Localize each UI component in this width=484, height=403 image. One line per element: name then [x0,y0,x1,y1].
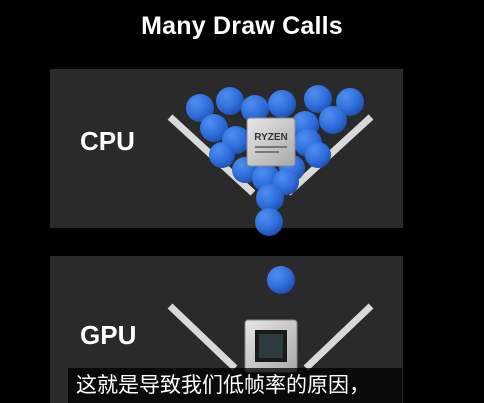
cpu-chip-icon: RYZEN [246,117,296,167]
ball [305,142,331,168]
ball [255,208,283,236]
ball [209,142,235,168]
funnel-diagram: RYZEN [167,85,374,373]
gpu-chip-icon [244,319,298,373]
chip-brand-text: RYZEN [254,132,288,143]
cpu-label: CPU [80,126,135,156]
ball [216,87,244,115]
ball [267,266,295,294]
ball [268,90,296,118]
draw-call-balls [186,85,364,294]
ball [256,184,284,212]
video-subtitle: 这就是导致我们低帧率的原因， [68,368,402,403]
gpu-label: GPU [80,320,137,350]
ball [319,106,347,134]
